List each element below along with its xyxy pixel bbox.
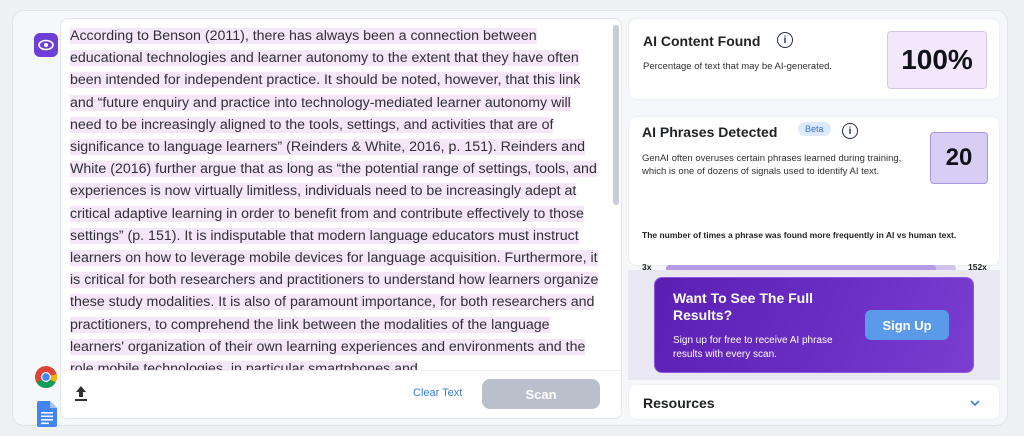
scan-button[interactable]: Scan <box>482 379 600 409</box>
info-icon[interactable]: i <box>842 123 858 139</box>
info-icon[interactable]: i <box>777 32 793 48</box>
phrase-range-label: The number of times a phrase was found m… <box>642 230 957 240</box>
ai-phrases-title: AI Phrases Detected <box>642 124 778 140</box>
highlighted-text: According to Benson (2011), there has al… <box>70 28 599 371</box>
promo-description: Sign up for free to receive AI phrase re… <box>673 335 833 360</box>
sign-up-button[interactable]: Sign Up <box>865 310 949 340</box>
upload-icon[interactable] <box>73 385 89 403</box>
google-docs-icon[interactable] <box>37 401 57 427</box>
clear-text-button[interactable]: Clear Text <box>413 387 462 399</box>
eye-button[interactable] <box>34 33 58 57</box>
eye-icon <box>38 39 54 51</box>
ai-content-description: Percentage of text that may be AI-genera… <box>643 61 833 72</box>
editor-footer: Clear Text Scan <box>61 370 621 418</box>
resources-title: Resources <box>643 395 715 411</box>
resources-card[interactable]: Resources <box>628 384 1000 420</box>
beta-badge: Beta <box>798 122 831 136</box>
ai-phrases-description: GenAI often overuses certain phrases lea… <box>642 153 902 177</box>
promo-banner: Want To See The Full Results? Sign up fo… <box>654 277 974 373</box>
ai-content-card: AI Content Found i Percentage of text th… <box>628 18 1000 100</box>
left-rail <box>27 25 58 427</box>
promo-title: Want To See The Full Results? <box>673 290 813 323</box>
ai-content-percent: 100% <box>887 31 987 89</box>
ai-phrases-count: 20 <box>930 132 988 184</box>
chrome-icon[interactable] <box>34 365 58 389</box>
scrollbar-thumb[interactable] <box>613 25 619 205</box>
input-text[interactable]: According to Benson (2011), there has al… <box>70 25 603 371</box>
chevron-down-icon[interactable] <box>969 398 981 408</box>
text-input-area[interactable]: According to Benson (2011), there has al… <box>61 19 609 371</box>
text-editor: According to Benson (2011), there has al… <box>60 18 622 419</box>
ai-content-title: AI Content Found <box>643 33 761 49</box>
